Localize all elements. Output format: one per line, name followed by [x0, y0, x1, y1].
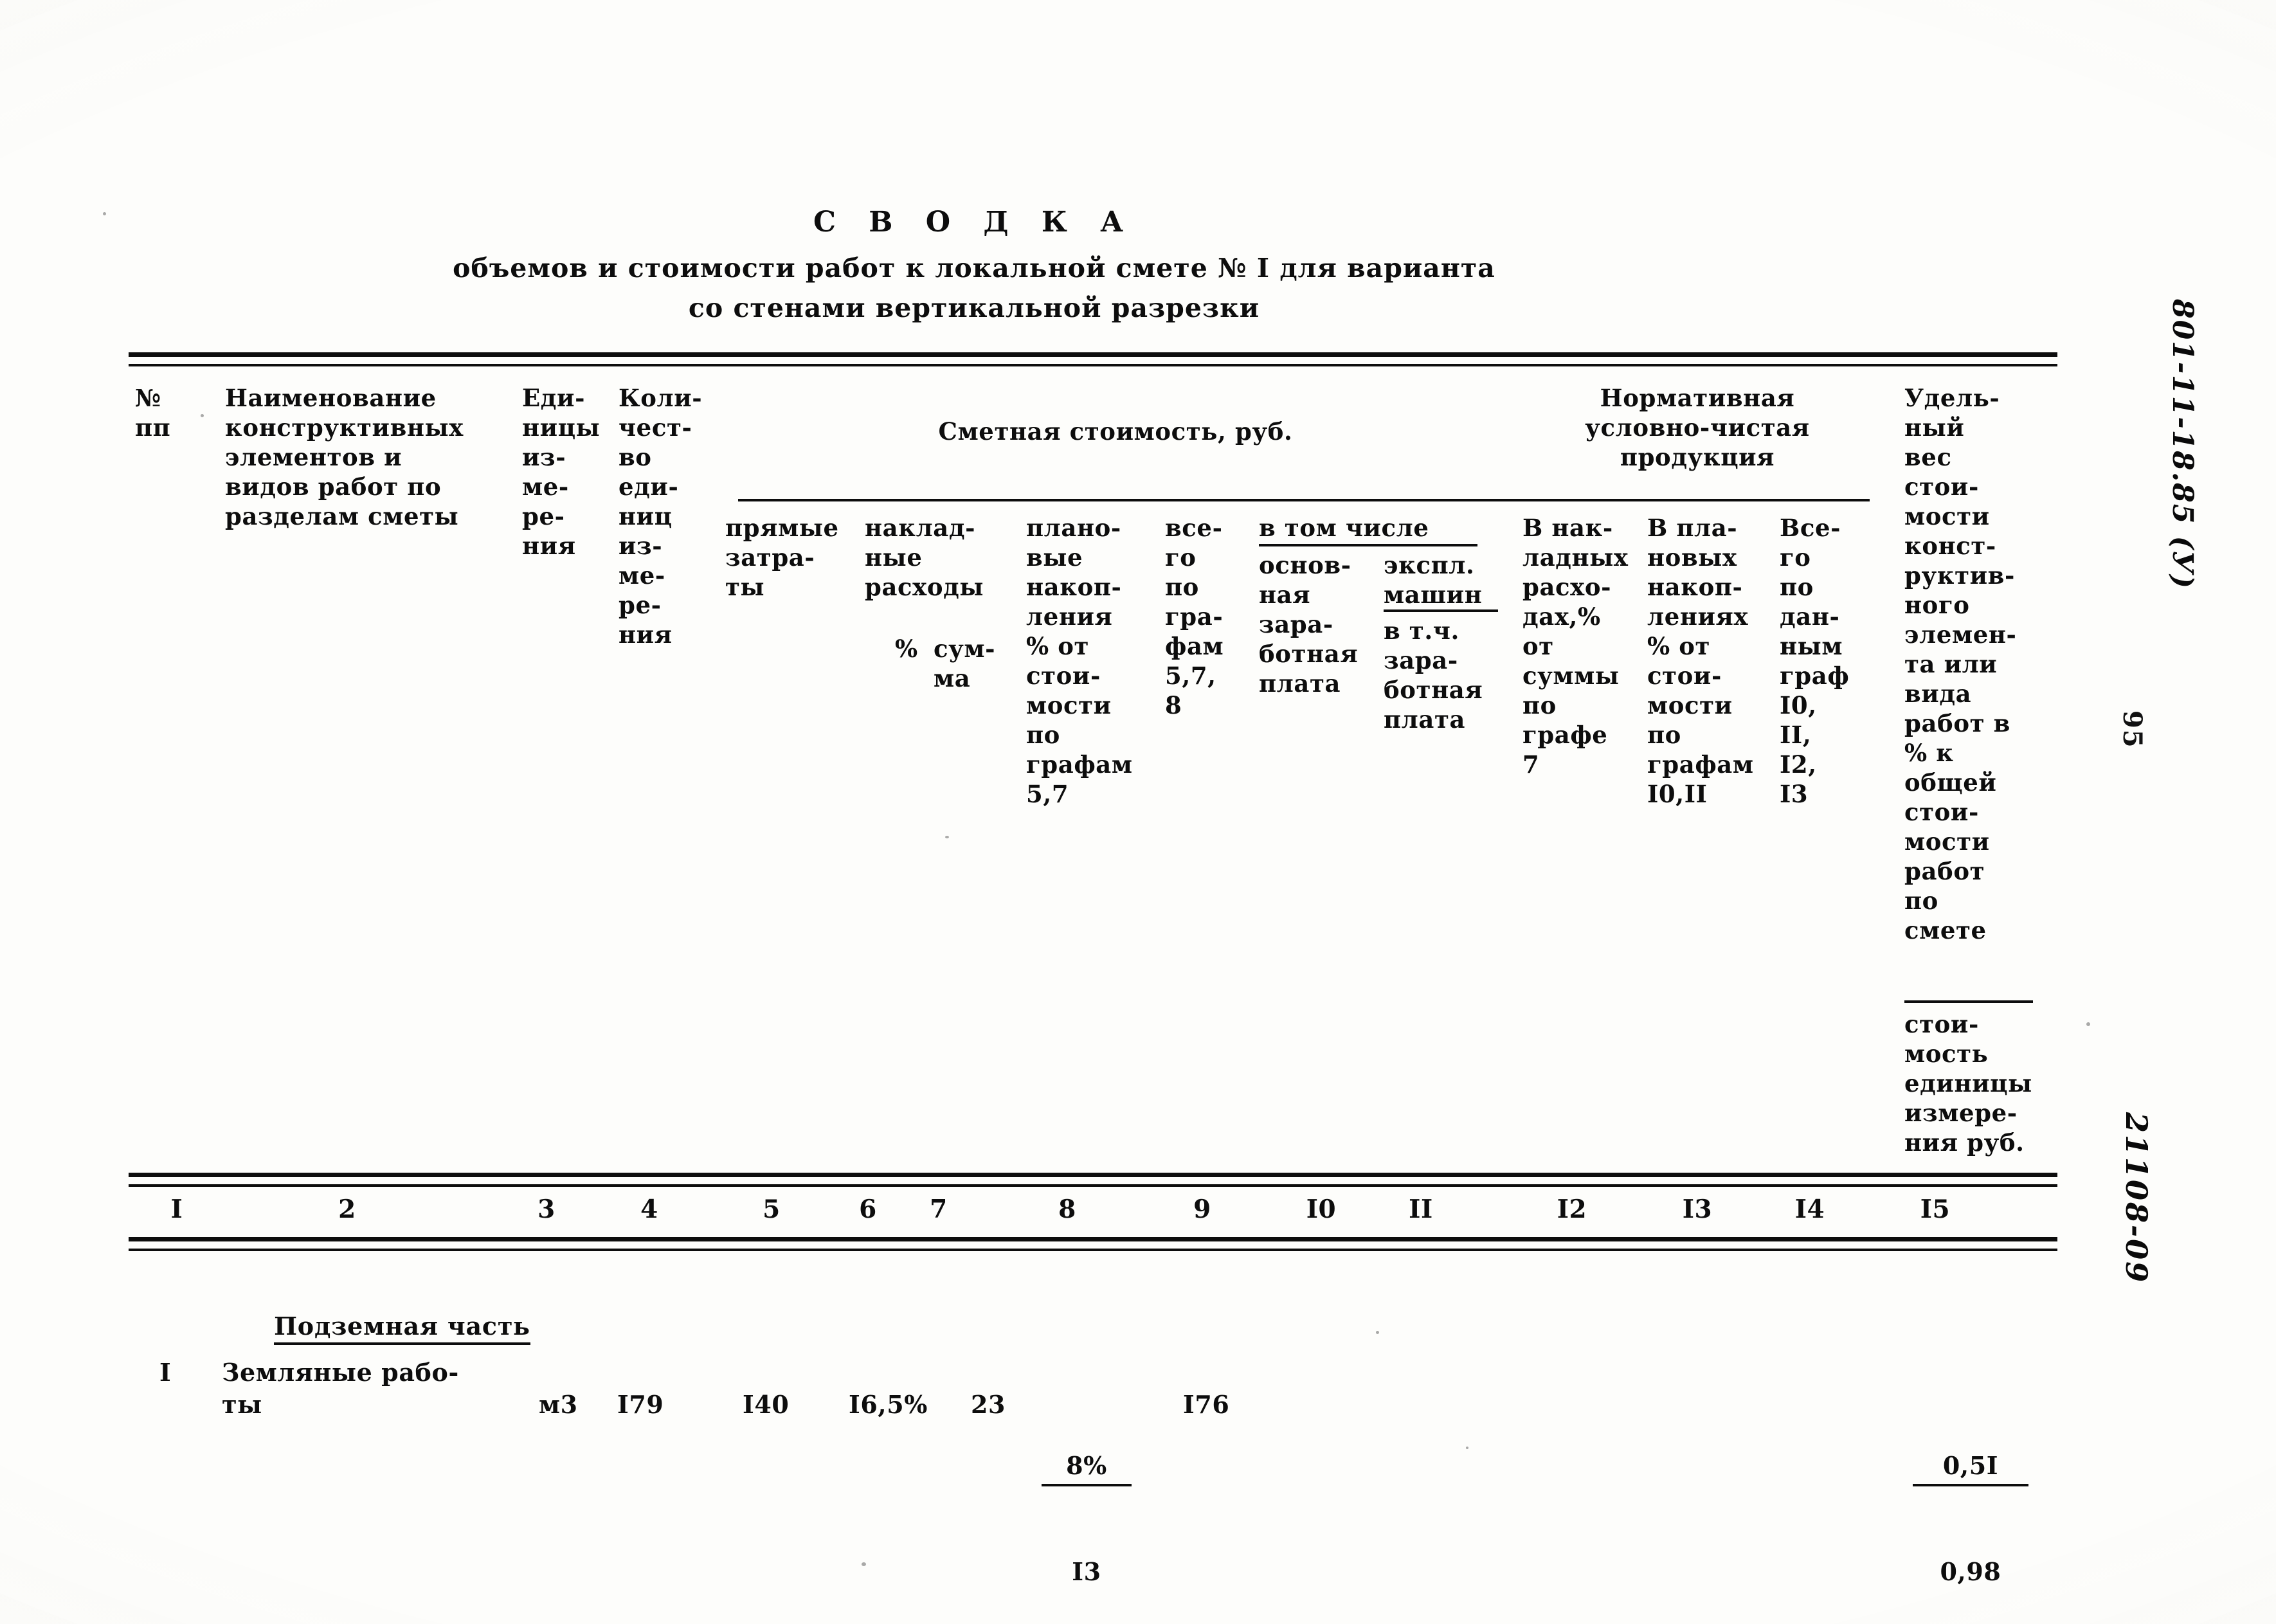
- table-row-overhead-percent: I6,5%: [849, 1390, 928, 1419]
- header-col-5-direct-costs: прямые затра- ты: [725, 514, 839, 601]
- colnum-8: 8: [1058, 1195, 1076, 1224]
- page-subtitle-line-2: со стенами вертикальной разрезки: [688, 293, 1260, 323]
- colnum-12: I2: [1557, 1195, 1587, 1224]
- header-group-estimated-cost: Сметная стоимость, руб.: [938, 417, 1293, 446]
- scan-speck: [1376, 1331, 1379, 1334]
- page-title: С В О Д К А: [813, 206, 1135, 239]
- header-col-1-number: № пп: [135, 384, 171, 442]
- title-block: С В О Д К А объемов и стоимости работ к …: [0, 206, 1948, 323]
- header-col-2-name: Наименование конструктивных элементов и …: [225, 384, 464, 530]
- scan-speck: [945, 836, 949, 838]
- header-group-normative-net-output-rule: [1522, 499, 1870, 501]
- table-row-name-line-2: ты: [222, 1390, 262, 1419]
- table-row-planned-savings-fraction: 8% I3: [1042, 1382, 1132, 1624]
- table-row-quantity: I79: [617, 1390, 664, 1419]
- colnum-13: I3: [1682, 1195, 1713, 1224]
- colnum-bottom-rule-inner: [129, 1249, 2057, 1251]
- colnum-top-rule-inner: [129, 1184, 2057, 1187]
- header-col-11-machines-wage: в т.ч. зара- ботная плата: [1384, 617, 1483, 734]
- header-col-3-unit: Еди- ницы из- ме- ре- ния: [522, 384, 601, 560]
- table-row-share-fraction: 0,5I 0,98: [1913, 1382, 2028, 1624]
- header-col-11-machines: экспл. машин: [1384, 551, 1483, 609]
- colnum-6: 6: [859, 1195, 877, 1224]
- table-row-name-line-1: Земляные рабо-: [222, 1358, 459, 1387]
- table-row-direct-costs: I40: [743, 1390, 790, 1419]
- page-subtitle-line-1: объемов и стоимости работ к локальной см…: [453, 253, 1495, 284]
- header-col-67-overheads: наклад- ные расходы: [865, 514, 984, 601]
- colnum-7: 7: [930, 1195, 948, 1224]
- header-col-9-total: все- го по гра- фам 5,7, 8: [1165, 514, 1224, 719]
- header-group-including-rule: [1259, 544, 1477, 546]
- colnum-top-rule-outer: [129, 1173, 2057, 1177]
- colnum-3: 3: [537, 1195, 555, 1224]
- header-group-estimated-cost-rule: [738, 499, 1529, 501]
- colnum-2: 2: [338, 1195, 356, 1224]
- header-col-13-nucp-in-savings: В пла- новых накоп- лениях % от стои- мо…: [1647, 514, 1754, 808]
- table-row-planned-savings-amount: I3: [1072, 1557, 1101, 1586]
- header-col-12-nucp-in-overheads: В нак- ладных расхо- дах,% от суммы по г…: [1522, 514, 1629, 779]
- table-top-rule-outer: [129, 352, 2057, 357]
- colnum-10: I0: [1306, 1195, 1337, 1224]
- table-row-unit: м3: [539, 1390, 578, 1419]
- colnum-14: I4: [1794, 1195, 1825, 1224]
- colnum-9: 9: [1193, 1195, 1211, 1224]
- header-col-6-percent: %: [895, 635, 918, 663]
- table-top-rule-inner: [129, 364, 2057, 366]
- header-col-11-machines-rule: [1384, 609, 1498, 612]
- header-col-15-share-top: Удель- ный вес стои- мости конст- руктив…: [1904, 384, 2017, 944]
- table-row-number: I: [159, 1358, 172, 1387]
- header-group-including: в том числе: [1259, 514, 1429, 542]
- header-col-4-quantity: Коли- чест- во еди- ниц из- ме- ре- ния: [619, 384, 703, 649]
- table-row-total-579: I76: [1183, 1390, 1230, 1419]
- section-heading-text: Подземная часть: [274, 1312, 530, 1345]
- colnum-15: I5: [1920, 1195, 1951, 1224]
- colnum-5: 5: [763, 1195, 781, 1224]
- scan-speck: [103, 212, 106, 215]
- scan-speck: [201, 414, 204, 417]
- header-col-15-share-bottom: стои- мость единицы измере- ния руб.: [1904, 1010, 2032, 1157]
- header-col-8-planned-savings: плано- вые накоп- ления % от стои- мости…: [1026, 514, 1133, 808]
- scan-speck: [862, 1562, 866, 1566]
- margin-page-number: 95: [2117, 710, 2147, 749]
- margin-archive-number: 21108-09: [2119, 1112, 2154, 1285]
- header-group-normative-net-output: Нормативная условно-чистая продукция: [1585, 384, 1810, 471]
- colnum-bottom-rule-outer: [129, 1237, 2057, 1241]
- scan-speck: [2086, 1022, 2090, 1026]
- scanned-document-page: С В О Д К А объемов и стоимости работ к …: [0, 0, 2276, 1624]
- header-col-14-nucp-total: Все- го по дан- ным граф I0, II, I2, I3: [1780, 514, 1850, 808]
- colnum-1: I: [170, 1195, 183, 1224]
- header-col-15-divider-rule: [1904, 1000, 2033, 1003]
- header-col-7-sum: сум- ма: [934, 635, 996, 692]
- scan-speck: [1466, 1447, 1468, 1449]
- margin-stamp-code: 801-11-18.85 (У): [2166, 299, 2199, 590]
- table-row-share-percent: 0,5I: [1913, 1449, 2028, 1486]
- table-row-planned-savings-percent: 8%: [1042, 1449, 1132, 1486]
- colnum-11: II: [1409, 1195, 1433, 1224]
- table-row-overhead-sum: 23: [971, 1390, 1006, 1419]
- table-row-unit-cost: 0,98: [1940, 1557, 2001, 1586]
- header-col-10-basic-wage: основ- ная зара- ботная плата: [1259, 551, 1359, 698]
- colnum-4: 4: [640, 1195, 658, 1224]
